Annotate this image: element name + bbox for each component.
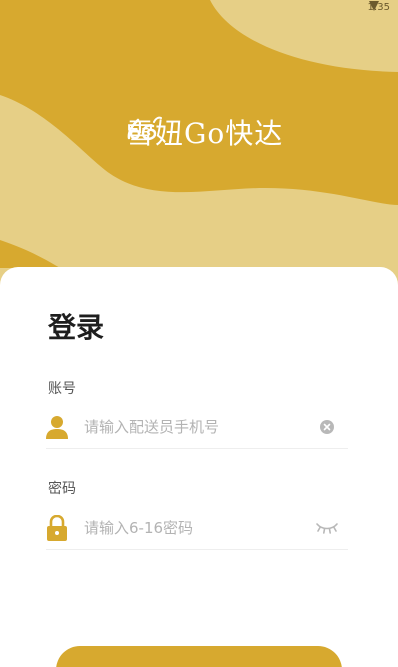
signal-icon bbox=[368, 1, 379, 11]
lock-icon bbox=[46, 514, 68, 541]
snail-logo-icon bbox=[127, 116, 162, 141]
brand: 雪妞Go快达 bbox=[126, 112, 283, 152]
clear-icon[interactable] bbox=[314, 417, 340, 437]
login-screen: 1:35 雪妞Go快达 登录 账号 请输入配送员手机号 密码 bbox=[0, 0, 398, 667]
password-input[interactable] bbox=[84, 512, 314, 543]
eye-closed-icon[interactable] bbox=[314, 518, 340, 538]
password-label: 密码 bbox=[48, 481, 76, 497]
account-label: 账号 bbox=[48, 381, 76, 397]
account-field bbox=[46, 405, 348, 449]
account-input[interactable] bbox=[84, 411, 314, 442]
user-icon bbox=[46, 414, 68, 440]
header-background: 1:35 雪妞Go快达 bbox=[0, 0, 398, 300]
login-button[interactable] bbox=[56, 646, 342, 667]
page-title: 登录 bbox=[48, 311, 105, 344]
password-field bbox=[46, 506, 348, 550]
status-bar: 1:35 bbox=[368, 0, 390, 14]
